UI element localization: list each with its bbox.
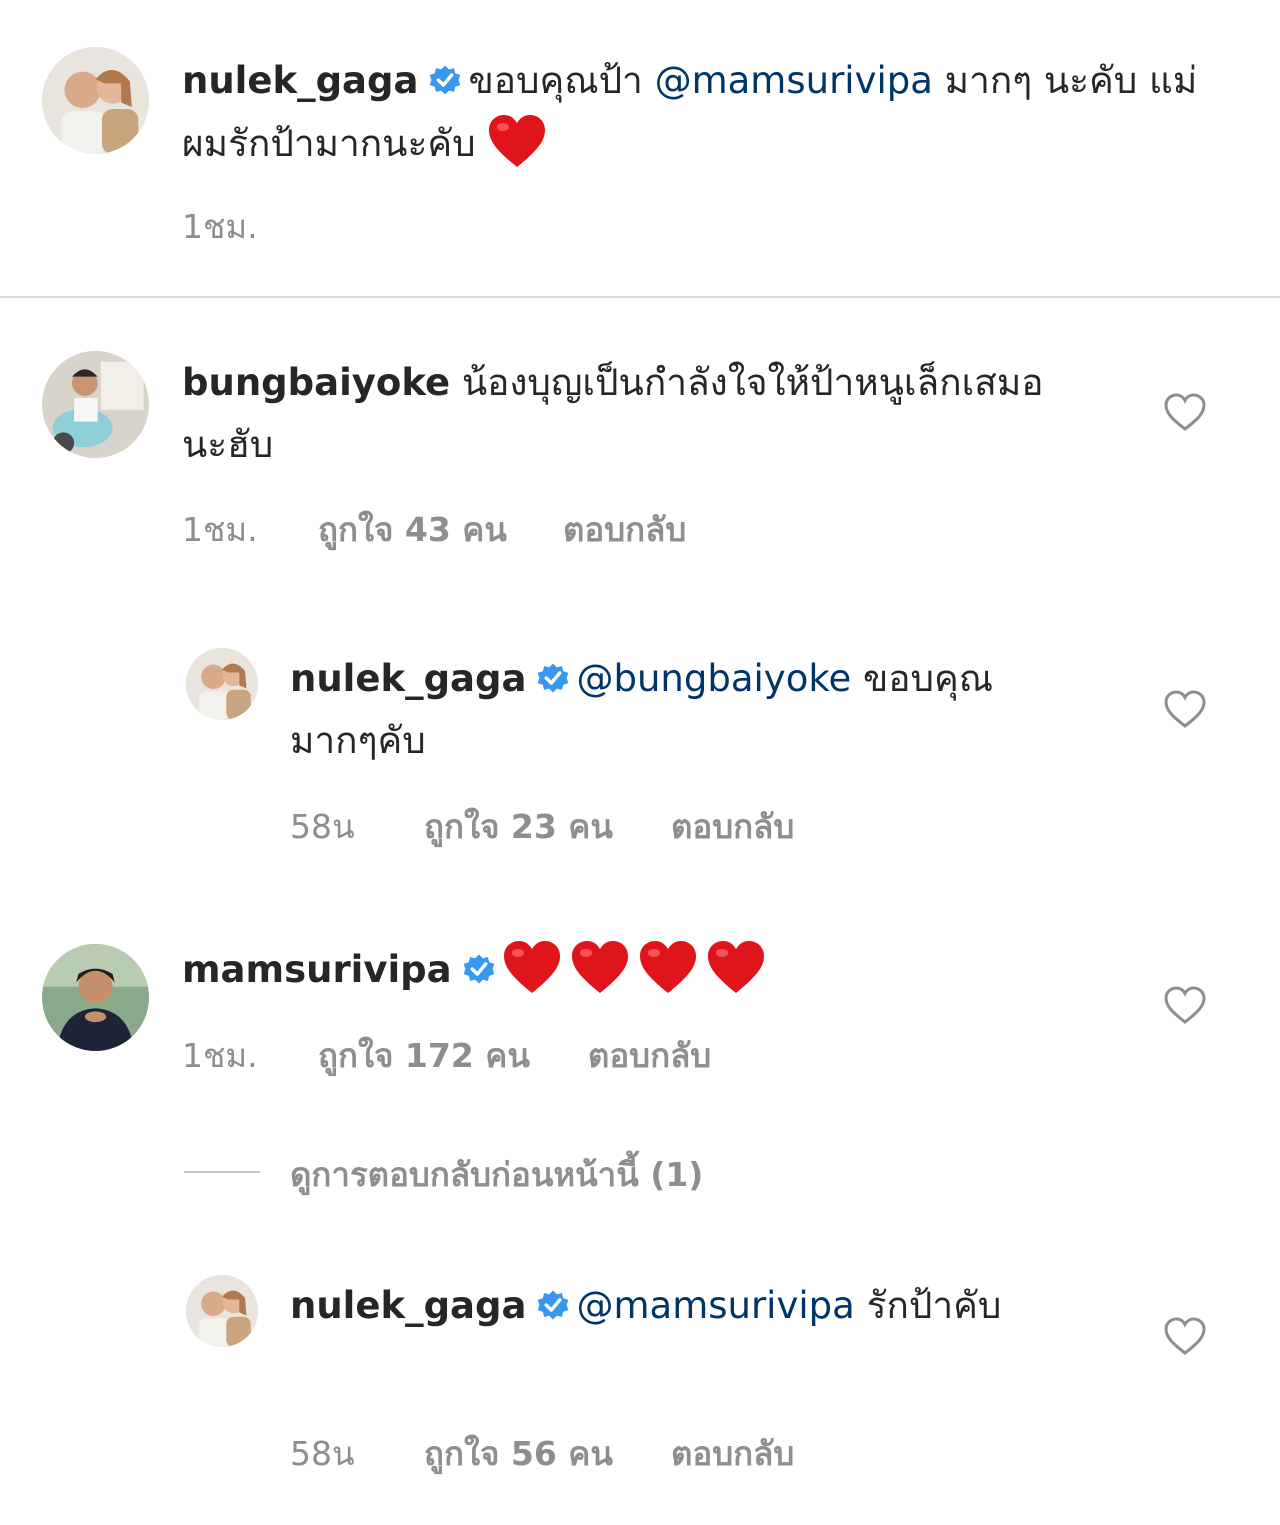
- like-heart-icon[interactable]: [1163, 392, 1207, 432]
- caption-text-before: ขอบคุณป้า: [468, 59, 655, 102]
- comment-meta: 1ชม. ถูกใจ 43 คน ตอบกลับ: [182, 503, 686, 556]
- avatar-photo: [186, 1275, 258, 1347]
- comment-text: mamsurivipa: [182, 938, 1082, 1001]
- timestamp: 58น: [290, 1434, 355, 1473]
- timestamp: 1ชม.: [182, 1036, 258, 1075]
- heart-emoji-icon: [487, 112, 547, 170]
- avatar[interactable]: [42, 47, 149, 154]
- comment-meta: 1ชม. ถูกใจ 172 คน ตอบกลับ: [182, 1029, 711, 1082]
- comment-mention[interactable]: @bungbaiyoke: [576, 657, 851, 700]
- avatar[interactable]: [186, 1275, 258, 1347]
- timestamp: 1ชม.: [182, 207, 258, 246]
- avatar-photo: [42, 944, 149, 1051]
- comment-text: nulek_gaga @mamsurivipa รักป้าคับ: [290, 1275, 1080, 1337]
- avatar-photo: [186, 648, 258, 720]
- avatar[interactable]: [42, 944, 149, 1051]
- caption-mention[interactable]: @mamsurivipa: [655, 59, 933, 102]
- comment-username[interactable]: mamsurivipa: [182, 948, 452, 991]
- timestamp: 58น: [290, 807, 355, 846]
- caption-meta: 1ชม.: [182, 200, 258, 253]
- verified-badge-icon: [428, 63, 462, 97]
- avatar[interactable]: [42, 351, 149, 458]
- avatar-photo: [42, 47, 149, 154]
- avatar[interactable]: [186, 648, 258, 720]
- comment-text: bungbaiyoke น้องบุญเป็นกำลังใจให้ป้าหนูเ…: [182, 352, 1082, 476]
- likes-count[interactable]: ถูกใจ 43 คน: [318, 503, 507, 556]
- comment-body: รักป้าคับ: [854, 1284, 1002, 1327]
- comment-mention[interactable]: @mamsurivipa: [576, 1284, 854, 1327]
- likes-count[interactable]: ถูกใจ 172 คน: [318, 1029, 530, 1082]
- heart-emoji-icon: [570, 938, 630, 996]
- caption-text: nulek_gaga ขอบคุณป้า @mamsurivipa มากๆ นะ…: [182, 50, 1222, 175]
- reply-button[interactable]: ตอบกลับ: [671, 800, 794, 853]
- comment-meta: 58น ถูกใจ 56 คน ตอบกลับ: [290, 1427, 794, 1480]
- verified-badge-icon: [536, 1288, 570, 1322]
- divider: [0, 296, 1280, 298]
- caption-username[interactable]: nulek_gaga: [182, 59, 418, 102]
- heart-emoji-icon: [638, 938, 698, 996]
- comment-meta: 58น ถูกใจ 23 คน ตอบกลับ: [290, 800, 794, 853]
- reply-button[interactable]: ตอบกลับ: [563, 503, 686, 556]
- reply-button[interactable]: ตอบกลับ: [588, 1029, 711, 1082]
- timestamp: 1ชม.: [182, 510, 258, 549]
- verified-badge-icon: [536, 661, 570, 695]
- view-previous-replies-button[interactable]: ดูการตอบกลับก่อนหน้านี้ (1): [290, 1148, 703, 1201]
- heart-emoji-icon: [706, 938, 766, 996]
- likes-count[interactable]: ถูกใจ 23 คน: [424, 800, 613, 853]
- like-heart-icon[interactable]: [1163, 689, 1207, 729]
- likes-count[interactable]: ถูกใจ 56 คน: [424, 1427, 613, 1480]
- like-heart-icon[interactable]: [1163, 1316, 1207, 1356]
- comment-username[interactable]: bungbaiyoke: [182, 361, 450, 404]
- avatar-photo: [42, 351, 149, 458]
- view-replies-line: [184, 1171, 260, 1173]
- comment-text: nulek_gaga @bungbaiyoke ขอบคุณมากๆคับ: [290, 648, 1080, 772]
- comment-username[interactable]: nulek_gaga: [290, 1284, 526, 1327]
- like-heart-icon[interactable]: [1163, 985, 1207, 1025]
- verified-badge-icon: [462, 952, 496, 986]
- reply-button[interactable]: ตอบกลับ: [671, 1427, 794, 1480]
- heart-emoji-icon: [502, 938, 562, 996]
- comment-username[interactable]: nulek_gaga: [290, 657, 526, 700]
